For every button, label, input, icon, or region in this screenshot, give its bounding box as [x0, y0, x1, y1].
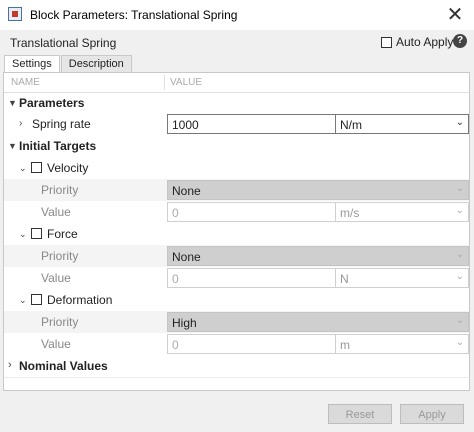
- chevron-right-icon[interactable]: ›: [8, 359, 12, 371]
- chevron-down-icon[interactable]: ▼: [8, 98, 17, 108]
- parameter-table: NAME VALUE ▼ Parameters › Spring rate 10…: [3, 72, 470, 391]
- deformation-unit-select[interactable]: m ⌄: [335, 334, 469, 354]
- close-icon[interactable]: ✕: [442, 3, 468, 27]
- value-label: Value: [41, 205, 71, 219]
- target-velocity: ⌄ Velocity: [4, 157, 469, 179]
- column-divider[interactable]: [164, 75, 165, 90]
- apply-button[interactable]: Apply: [400, 404, 464, 424]
- deformation-priority-select[interactable]: High ⌄: [167, 312, 469, 332]
- section-label: Initial Targets: [19, 139, 97, 153]
- velocity-value-input[interactable]: 0: [167, 202, 336, 222]
- tab-bar: Settings Description: [4, 55, 133, 73]
- deformation-label: Deformation: [47, 293, 113, 307]
- velocity-label: Velocity: [47, 161, 89, 175]
- chevron-down-icon: ⌄: [455, 315, 464, 326]
- chevron-down-icon: ⌄: [455, 249, 464, 260]
- force-unit: N: [340, 272, 349, 286]
- chevron-down-icon: ⌄: [455, 271, 464, 282]
- value-label: Value: [41, 337, 71, 351]
- auto-apply-label: Auto Apply: [396, 35, 454, 49]
- window-title: Block Parameters: Translational Spring: [30, 8, 238, 22]
- chevron-right-icon[interactable]: ›: [19, 118, 22, 129]
- chevron-down-icon[interactable]: ⌄: [19, 295, 27, 306]
- priority-label: Priority: [41, 315, 79, 329]
- help-icon[interactable]: ?: [453, 34, 467, 48]
- force-priority-row: Priority None ⌄: [4, 245, 469, 267]
- spring-rate-label: Spring rate: [32, 117, 91, 131]
- auto-apply-toggle[interactable]: Auto Apply: [381, 35, 453, 49]
- target-force: ⌄ Force: [4, 223, 469, 245]
- name-column-header: NAME: [11, 77, 40, 88]
- auto-apply-checkbox[interactable]: [381, 36, 392, 48]
- chevron-down-icon: ⌄: [455, 337, 464, 348]
- title-bar: Block Parameters: Translational Spring ✕: [0, 0, 474, 31]
- force-priority-select[interactable]: None ⌄: [167, 246, 469, 266]
- deformation-priority-row: Priority High ⌄: [4, 311, 469, 333]
- velocity-unit-select[interactable]: m/s ⌄: [335, 202, 469, 222]
- priority-value: None: [172, 250, 201, 264]
- reset-button[interactable]: Reset: [328, 404, 392, 424]
- column-header: NAME VALUE: [4, 73, 469, 93]
- force-unit-select[interactable]: N ⌄: [335, 268, 469, 288]
- spring-rate-input[interactable]: 1000: [167, 114, 336, 134]
- force-checkbox[interactable]: [31, 228, 42, 239]
- section-label: Nominal Values: [19, 359, 108, 373]
- spring-rate-unit-select[interactable]: N/m ⌄: [335, 114, 469, 134]
- target-deformation: ⌄ Deformation: [4, 289, 469, 311]
- divider: [4, 377, 469, 378]
- chevron-down-icon: ⌄: [455, 117, 464, 128]
- simulink-block-icon: [8, 7, 22, 21]
- chevron-down-icon: ⌄: [455, 183, 464, 194]
- deformation-checkbox[interactable]: [31, 294, 42, 305]
- section-initial-targets[interactable]: ▼ Initial Targets: [4, 135, 469, 157]
- chevron-down-icon[interactable]: ⌄: [19, 229, 27, 240]
- priority-value: High: [172, 316, 197, 330]
- deformation-value-row: Value 0 m ⌄: [4, 333, 469, 355]
- block-name: Translational Spring: [10, 36, 117, 50]
- chevron-down-icon: ⌄: [455, 205, 464, 216]
- chevron-down-icon[interactable]: ⌄: [19, 163, 27, 174]
- priority-label: Priority: [41, 183, 79, 197]
- deformation-unit: m: [340, 338, 350, 352]
- tab-settings[interactable]: Settings: [4, 55, 60, 73]
- priority-label: Priority: [41, 249, 79, 263]
- priority-value: None: [172, 184, 201, 198]
- force-value-row: Value 0 N ⌄: [4, 267, 469, 289]
- dialog-header: Translational Spring Auto Apply ?: [0, 30, 474, 54]
- chevron-down-icon[interactable]: ▼: [8, 141, 17, 151]
- section-nominal-values[interactable]: › Nominal Values: [4, 355, 469, 377]
- deformation-value-input[interactable]: 0: [167, 334, 336, 354]
- velocity-priority-row: Priority None ⌄: [4, 179, 469, 201]
- section-label: Parameters: [19, 96, 85, 110]
- value-label: Value: [41, 271, 71, 285]
- row-spring-rate: › Spring rate 1000 N/m ⌄: [4, 113, 469, 135]
- force-label: Force: [47, 227, 78, 241]
- force-value-input[interactable]: 0: [167, 268, 336, 288]
- velocity-unit: m/s: [340, 206, 360, 220]
- spring-rate-unit: N/m: [340, 118, 362, 132]
- velocity-checkbox[interactable]: [31, 162, 42, 173]
- section-parameters[interactable]: ▼ Parameters: [4, 92, 469, 114]
- velocity-priority-select[interactable]: None ⌄: [167, 180, 469, 200]
- velocity-value-row: Value 0 m/s ⌄: [4, 201, 469, 223]
- tab-description[interactable]: Description: [60, 55, 132, 73]
- value-column-header: VALUE: [170, 77, 203, 88]
